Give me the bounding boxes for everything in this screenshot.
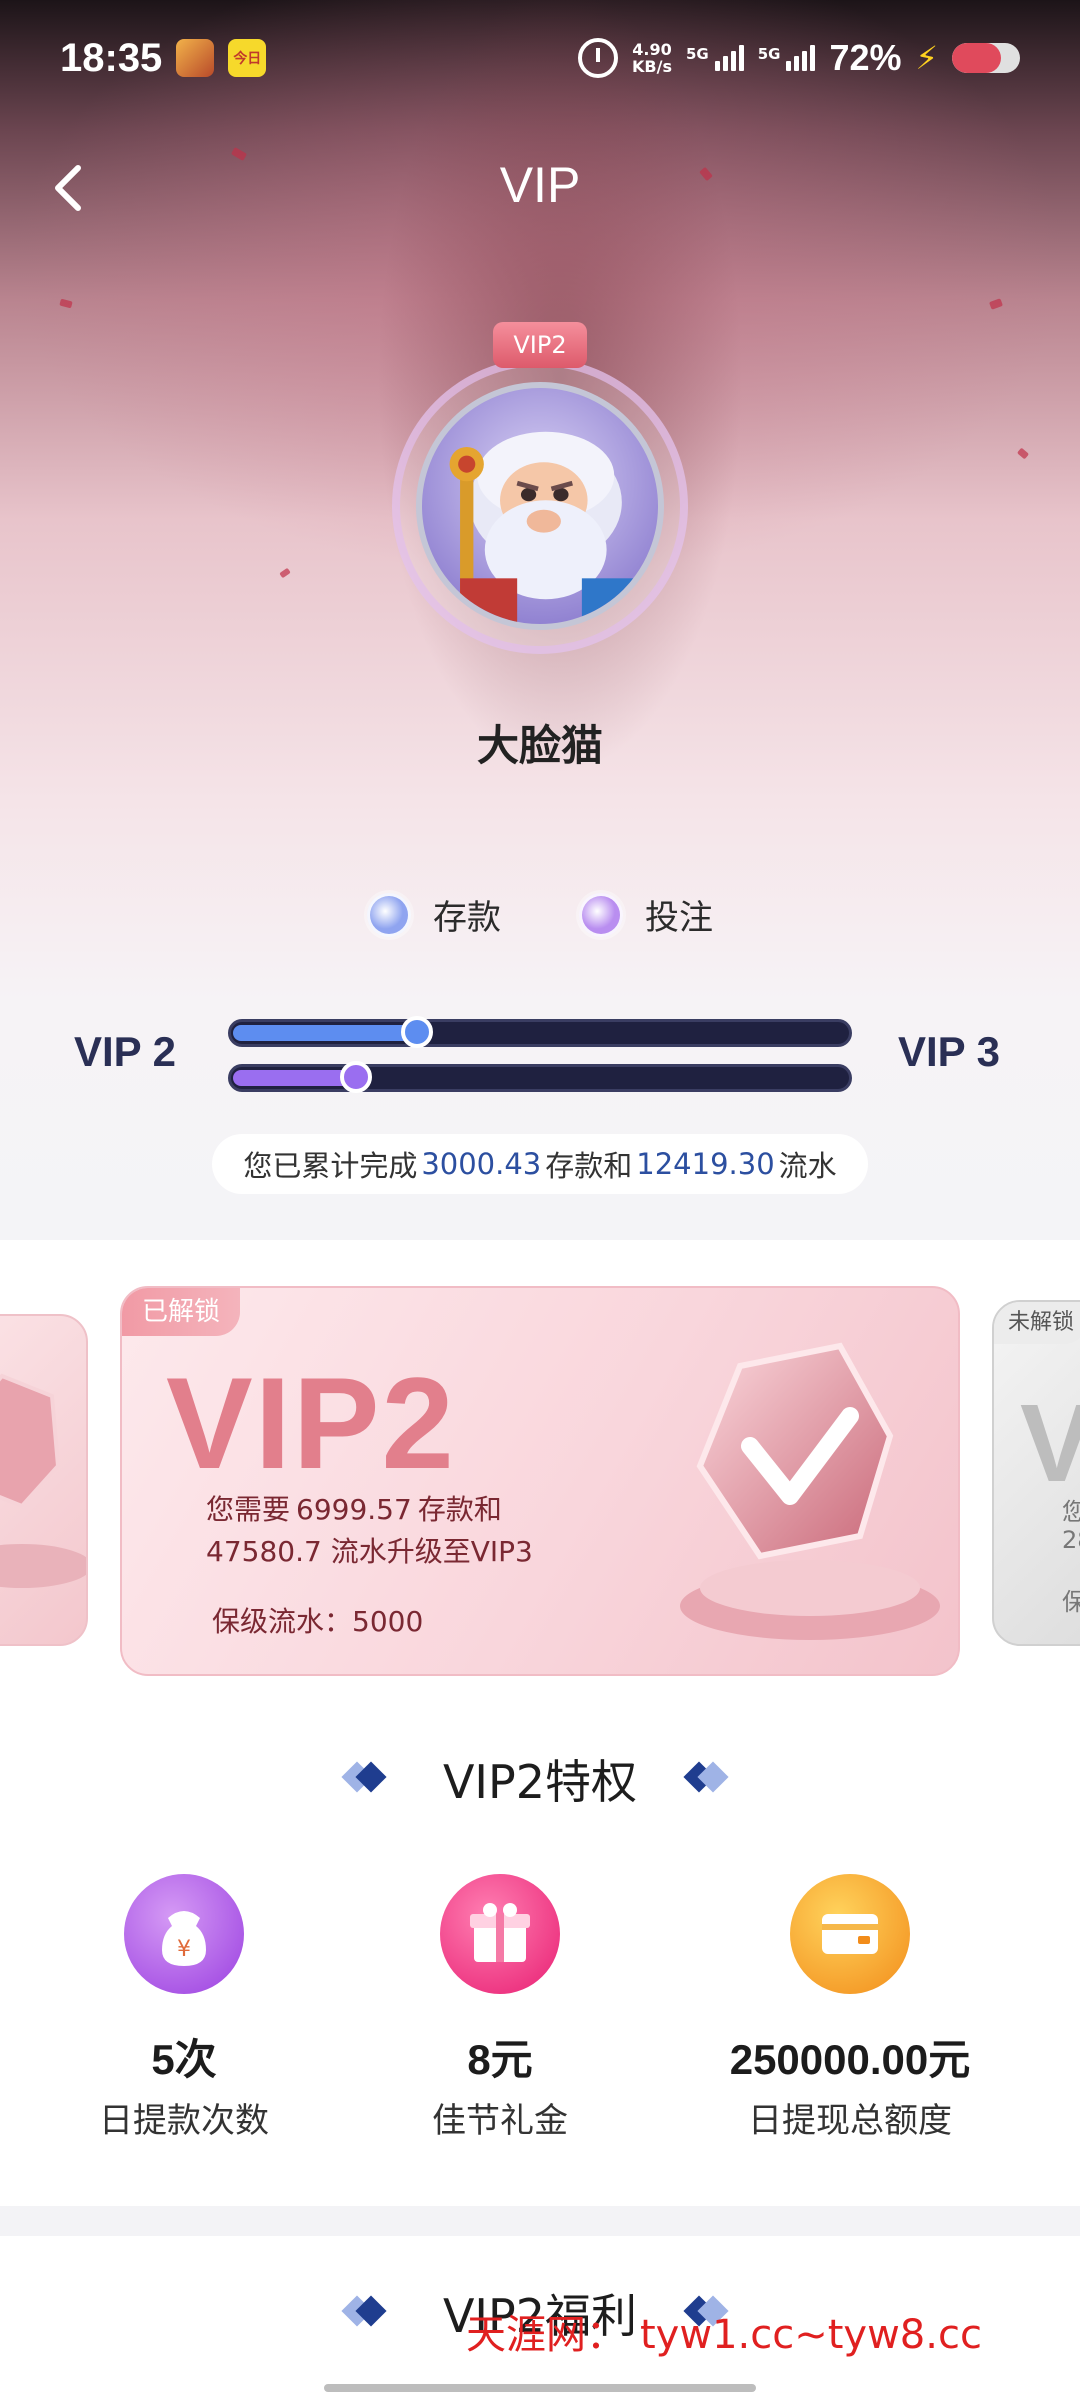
privilege-label: 日提现总额度 — [748, 2101, 952, 2141]
privileges-title: VIP2特权 — [442, 1755, 638, 1809]
upgrade-requirement-line1: 您需要 6999.57 存款和 — [206, 1493, 502, 1526]
turnover-total: 12419.30 — [636, 1147, 775, 1181]
bet-dot-icon — [579, 892, 623, 937]
vip-card-next[interactable]: 未解锁 V 您 28 保 — [992, 1300, 1080, 1646]
locked-badge: 未解锁 — [994, 1302, 1080, 1344]
deposit-progress-bar — [228, 1016, 852, 1048]
unlocked-badge: 已解锁 — [122, 1288, 241, 1336]
deposit-progress-fill — [233, 1025, 417, 1041]
battery-icon — [952, 43, 1020, 73]
vip-card-previous[interactable] — [0, 1314, 88, 1646]
username: 大脸猫 — [476, 721, 603, 770]
next-level-label: VIP 3 — [898, 1028, 1000, 1075]
bet-progress-knob — [340, 1061, 372, 1093]
privilege-withdraw-count: ¥ 5次 日提款次数 — [64, 1874, 304, 2142]
watermark-text: 天涯网： tyw1.cc~tyw8.cc — [466, 2312, 982, 2358]
progress-legend: 存款 投注 — [0, 890, 1080, 939]
bet-progress-fill — [233, 1070, 356, 1086]
privilege-value: 8元 — [467, 2036, 533, 2083]
home-indicator[interactable] — [324, 2384, 756, 2392]
battery-percent: 72% — [829, 37, 902, 78]
legend-bet-label: 投注 — [645, 898, 713, 938]
privilege-label: 日提款次数 — [99, 2101, 269, 2141]
signal-icon: 5G — [686, 45, 744, 71]
progress-summary: 您已累计完成 3000.43 存款和 12419.30 流水 — [212, 1134, 868, 1194]
vip-level-tag: VIP2 — [493, 322, 587, 368]
deposit-progress-knob — [401, 1016, 433, 1048]
zeus-avatar-illustration — [449, 431, 639, 624]
privileges-section: VIP2特权 ¥ 5次 日提款次数 8元 佳节礼金 250000.00元 日提现… — [0, 1704, 1080, 2206]
legend-deposit-label: 存款 — [433, 898, 501, 938]
legend-bet: 投注 — [579, 890, 713, 939]
gift-icon — [440, 1874, 560, 1994]
svg-text:¥: ¥ — [177, 1937, 191, 1962]
privilege-daily-withdraw-limit: 250000.00元 日提现总额度 — [690, 1874, 1010, 2142]
upgrade-requirement-line2: 47580.7 流水升级至VIP3 — [206, 1535, 533, 1568]
section-divider — [0, 2206, 1080, 2236]
next-card-title: V — [1020, 1380, 1080, 1507]
legend-deposit: 存款 — [367, 890, 501, 939]
deposit-total: 3000.43 — [421, 1147, 542, 1181]
privilege-value: 5次 — [151, 2036, 217, 2083]
signal-icon-2: 5G — [758, 45, 816, 71]
privilege-holiday-bonus: 8元 佳节礼金 — [380, 1874, 620, 2142]
right-diamonds-icon — [683, 1761, 736, 1793]
vip-card-title: VIP2 — [166, 1350, 456, 1496]
status-bar: 18:35 今日 4.90 KB/s 5G 5G 72% ⚡ — [0, 0, 1080, 116]
avatar[interactable] — [416, 382, 664, 630]
game-app-icon — [176, 39, 215, 77]
network-speed: 4.90 KB/s — [632, 40, 672, 76]
bet-progress-bar — [228, 1061, 852, 1093]
vip-card-current[interactable]: 已解锁 VIP2 您需要 6999.57 存款和 47580.7 流水升级至VIP3… — [120, 1286, 960, 1676]
gem-icon — [0, 1373, 86, 1588]
money-bag-icon: ¥ — [124, 1874, 244, 1994]
deposit-dot-icon — [367, 892, 411, 937]
shield-check-gem-icon — [680, 1342, 940, 1640]
status-time: 18:35 — [60, 35, 163, 80]
privilege-label: 佳节礼金 — [432, 2101, 568, 2141]
alarm-icon — [578, 38, 618, 78]
charging-icon: ⚡ — [915, 39, 938, 77]
current-level-label: VIP 2 — [74, 1028, 176, 1075]
keep-level-turnover: 保级流水：5000 — [212, 1605, 424, 1638]
wallet-icon — [790, 1874, 910, 1994]
news-app-icon: 今日 — [228, 39, 267, 77]
privilege-value: 250000.00元 — [729, 2036, 971, 2083]
page-title: VIP — [499, 157, 581, 213]
